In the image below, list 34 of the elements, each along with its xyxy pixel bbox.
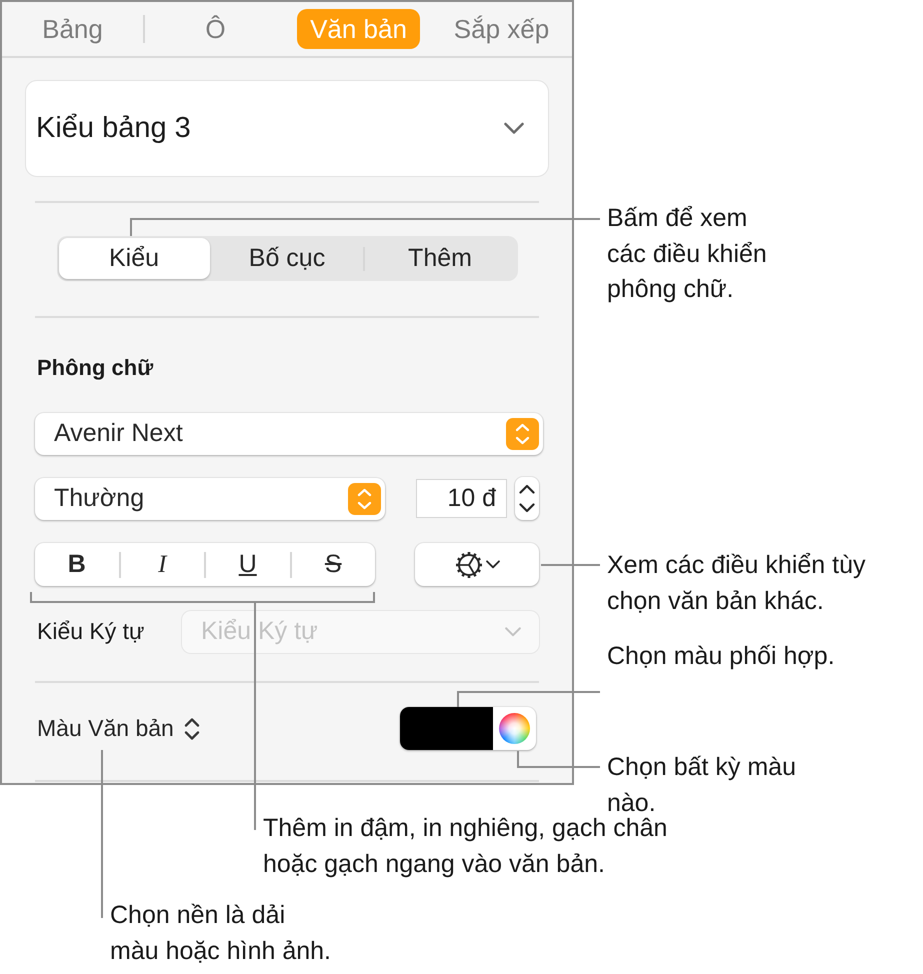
chevron-down-icon [504,122,524,135]
typeface-popup[interactable]: Thường [35,478,385,520]
stepper-arrows-icon [506,418,539,450]
inspector-tab[interactable]: Bảng [29,9,116,49]
text-options-button[interactable] [415,543,539,586]
chevron-down-icon [519,502,535,513]
chevron-down-icon [505,626,521,636]
fill-type-popup[interactable]: Màu Văn bản [35,715,200,742]
underline-button[interactable]: U [206,543,290,586]
callout-text: Bấm để xem các điều khiển phông chữ. [607,203,767,305]
font-size-stepper[interactable] [515,477,539,520]
chevron-up-icon [519,484,535,494]
field-label: Kiểu Ký tự [36,618,144,645]
color-wheel-icon[interactable] [499,713,530,744]
color-swatch[interactable] [400,707,493,750]
italic-button[interactable]: I [120,543,204,586]
bold-button[interactable]: B [35,543,118,586]
up-down-chevron-icon [184,716,200,740]
callout-text: Chọn nền là dải màu hoặc hình ảnh. [110,900,331,966]
strikethrough-button[interactable]: S [292,543,375,586]
inspector-tab[interactable]: Ô [192,9,239,49]
segment-tab[interactable]: Thêm [364,238,516,279]
section-title: Phông chữ [36,355,154,381]
inspector-tab[interactable]: Sắp xếp [440,9,562,49]
font-family-popup[interactable]: Avenir Next [35,412,543,454]
font-size-field[interactable]: 10 đ [416,479,507,518]
chevron-down-icon [486,560,500,569]
table-style-popup[interactable]: Kiểu bảng 3 [25,80,549,177]
callout-text: Xem các điều khiển tùy chọn văn bản khác. [607,550,866,616]
callout-text: Chọn màu phối hợp. [607,641,835,672]
gear-icon [454,550,482,578]
segment-tab[interactable]: Kiểu [58,238,210,279]
segment-tab[interactable]: Bố cục [212,238,362,279]
stepper-arrows-icon [348,482,381,514]
